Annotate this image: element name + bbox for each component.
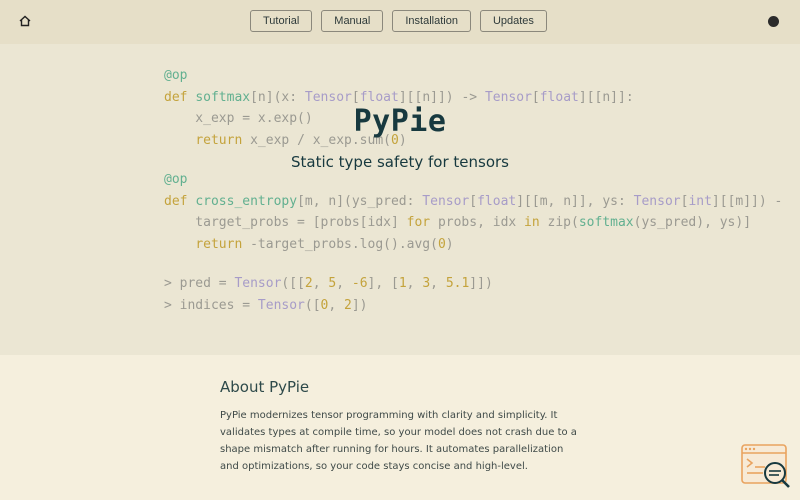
tutorial-button[interactable]: Tutorial bbox=[250, 10, 313, 32]
code-token: float bbox=[477, 193, 517, 209]
code-token: Tensor bbox=[484, 89, 532, 105]
code-token: Tensor bbox=[304, 89, 352, 105]
code-token: @op bbox=[164, 172, 188, 187]
code-token: ]]) bbox=[469, 276, 493, 291]
code-token: ][[m]]) - bbox=[711, 193, 783, 209]
code-token: ]) bbox=[351, 297, 368, 313]
code-line: return -target_probs.log().avg(0) bbox=[164, 234, 782, 256]
code-token: , bbox=[406, 276, 423, 291]
code-token: ][[n]]) -> bbox=[398, 89, 485, 105]
code-token: cross_entropy bbox=[195, 193, 298, 209]
code-token: probs, idx bbox=[430, 215, 525, 230]
code-token: > pred = bbox=[164, 276, 235, 291]
hero-title: PyPie bbox=[353, 104, 447, 139]
code-sample: @op def softmax[n](x: Tensor[float][[n]])… bbox=[164, 65, 782, 316]
code-token: [ bbox=[531, 89, 540, 105]
code-token: 2 bbox=[344, 297, 352, 313]
code-token: , bbox=[430, 276, 446, 291]
code-token: softmax bbox=[578, 215, 634, 230]
top-nav: Tutorial Manual Installation Updates bbox=[0, 0, 800, 44]
home-icon[interactable] bbox=[18, 14, 32, 28]
code-token: , bbox=[328, 297, 345, 313]
theme-toggle-icon[interactable] bbox=[768, 16, 779, 27]
nav-button-group: Tutorial Manual Installation Updates bbox=[250, 10, 547, 32]
updates-button[interactable]: Updates bbox=[479, 10, 547, 32]
code-line: @op bbox=[164, 169, 782, 191]
code-token: @op bbox=[164, 68, 188, 83]
code-token: def bbox=[164, 89, 196, 105]
code-token: return bbox=[195, 236, 243, 252]
code-token: Tensor bbox=[257, 297, 305, 313]
code-token: Tensor bbox=[422, 193, 470, 209]
code-token: [ bbox=[351, 89, 360, 105]
code-token: ) bbox=[445, 236, 454, 252]
code-token: softmax bbox=[195, 89, 251, 105]
code-token: target_probs = [probs[idx] bbox=[164, 215, 407, 230]
code-token: (ys_pred), ys)] bbox=[633, 215, 752, 230]
hero-section: @op def softmax[n](x: Tensor[float][[n]])… bbox=[0, 44, 800, 355]
code-token: for bbox=[406, 215, 431, 230]
code-token: 2 bbox=[304, 276, 313, 291]
code-token: 3 bbox=[422, 276, 431, 291]
code-token: [ bbox=[469, 193, 478, 209]
code-token: , bbox=[312, 276, 329, 291]
code-token: 1 bbox=[398, 276, 407, 291]
code-token: -target_probs.log().avg( bbox=[242, 236, 438, 252]
about-section: About PyPie PyPie modernizes tensor prog… bbox=[0, 355, 800, 500]
code-search-icon[interactable] bbox=[741, 444, 793, 490]
code-token: in bbox=[524, 215, 540, 230]
code-token: Tensor bbox=[633, 193, 681, 209]
code-token: float bbox=[359, 89, 399, 105]
code-line: > pred = Tensor([[2, 5, -6], [1, 3, 5.1]… bbox=[164, 273, 782, 295]
manual-button[interactable]: Manual bbox=[321, 10, 384, 32]
code-token: > indices = bbox=[164, 297, 258, 313]
code-token: def bbox=[164, 193, 196, 209]
code-token: Tensor bbox=[234, 276, 282, 291]
code-token: 0 bbox=[437, 236, 446, 252]
code-line: def cross_entropy[m, n](ys_pred: Tensor[… bbox=[164, 191, 782, 213]
about-title: About PyPie bbox=[220, 378, 310, 396]
about-text: PyPie modernizes tensor programming with… bbox=[220, 410, 577, 472]
code-token: float bbox=[539, 89, 579, 105]
hero-subtitle: Static type safety for tensors bbox=[291, 153, 509, 171]
code-token: 5.1 bbox=[445, 276, 470, 291]
code-token: zip( bbox=[539, 215, 579, 230]
code-token: ][[m, n]], ys: bbox=[516, 193, 634, 209]
code-token: ([ bbox=[304, 297, 321, 313]
code-token: ], [ bbox=[367, 276, 399, 291]
code-token: -6 bbox=[351, 276, 368, 291]
code-token: int bbox=[688, 193, 712, 209]
code-line: > indices = Tensor([0, 2]) bbox=[164, 295, 782, 317]
code-token: ([[ bbox=[281, 276, 305, 291]
code-line: target_probs = [probs[idx] for probs, id… bbox=[164, 212, 782, 234]
code-line: @op bbox=[164, 65, 782, 87]
code-token: [n](x: bbox=[250, 89, 305, 105]
code-token: ][[n]]: bbox=[578, 89, 634, 105]
code-token: , bbox=[336, 276, 352, 291]
code-token: [m, n](ys_pred: bbox=[297, 193, 423, 209]
installation-button[interactable]: Installation bbox=[392, 10, 471, 32]
